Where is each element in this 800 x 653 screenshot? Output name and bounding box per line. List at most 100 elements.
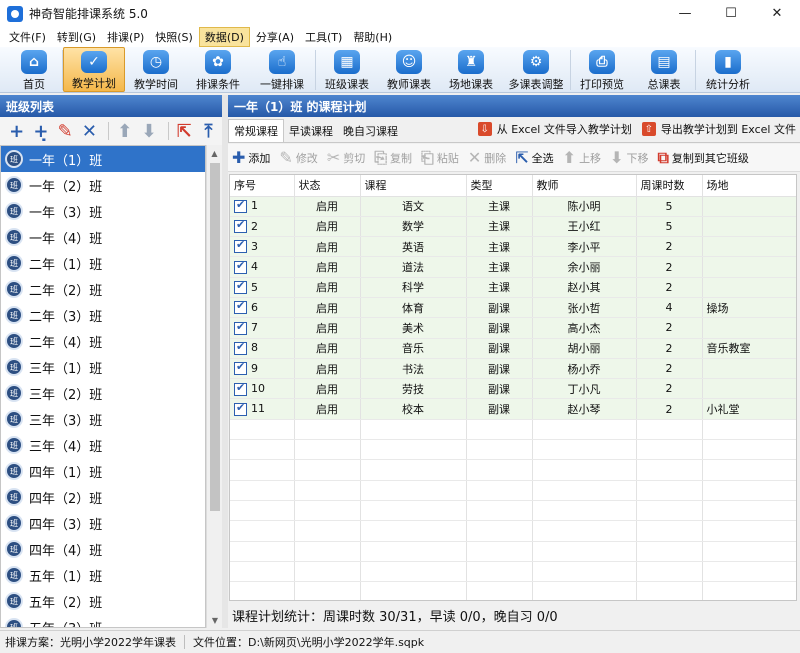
class-list-item[interactable]: 班五年（3）班 <box>1 614 205 627</box>
cell-no[interactable]: 6 <box>230 297 295 319</box>
cell-teacher[interactable]: 陈小明 <box>532 196 637 217</box>
cell-teacher[interactable]: 王小红 <box>532 216 637 238</box>
menu-help[interactable]: 帮助(H) <box>348 28 397 46</box>
cell-no[interactable]: 10 <box>230 378 295 400</box>
cell-course[interactable]: 道法 <box>360 256 467 278</box>
cell-status[interactable]: 启用 <box>294 196 361 217</box>
edit-class-icon[interactable]: ✎ <box>55 120 76 142</box>
cell-venue[interactable] <box>702 216 796 238</box>
add-multiple-class-icon[interactable]: +̣ <box>30 120 51 142</box>
cell-hours[interactable]: 2 <box>636 398 703 420</box>
minimize-button[interactable]: — <box>662 0 708 27</box>
cell-teacher[interactable]: 赵小其 <box>532 277 637 298</box>
row-checkbox[interactable] <box>234 401 247 416</box>
paste-button[interactable]: ⎗ 粘贴 <box>421 148 459 168</box>
cell-course[interactable]: 英语 <box>360 236 467 258</box>
cell-no[interactable]: 5 <box>230 277 295 298</box>
cell-status[interactable]: 启用 <box>294 216 361 238</box>
class-list-item[interactable]: 班二年（1）班 <box>1 250 205 276</box>
cell-course[interactable]: 校本 <box>360 398 467 420</box>
cell-hours[interactable]: 2 <box>636 338 703 359</box>
row-checkbox[interactable] <box>234 198 247 213</box>
cell-hours[interactable]: 2 <box>636 317 703 339</box>
cell-status[interactable]: 启用 <box>294 297 361 319</box>
cell-course[interactable]: 科学 <box>360 277 467 298</box>
menu-file[interactable]: 文件(F) <box>4 28 51 46</box>
cell-no[interactable]: 9 <box>230 358 295 380</box>
cell-type[interactable]: 主课 <box>466 256 533 278</box>
edit-button[interactable]: ✎ 修改 <box>279 148 317 167</box>
class-list-item[interactable]: 班三年（1）班 <box>1 354 205 380</box>
cell-no[interactable]: 1 <box>230 196 295 217</box>
cell-teacher[interactable]: 胡小丽 <box>532 338 637 359</box>
col-header-course[interactable]: 课程 <box>360 175 467 197</box>
row-checkbox[interactable] <box>234 218 247 234</box>
cell-venue[interactable]: 操场 <box>702 297 796 319</box>
scroll-down-arrow-icon[interactable]: ▼ <box>207 612 223 628</box>
tab-morning-reading[interactable]: 早读课程 <box>284 120 338 142</box>
menu-snapshot[interactable]: 快照(S) <box>150 28 198 46</box>
class-list-item[interactable]: 班四年（1）班 <box>1 458 205 484</box>
toolbar-one-click-button[interactable]: ☝ 一键排课 <box>249 47 315 92</box>
class-list-item[interactable]: 班三年（2）班 <box>1 380 205 406</box>
toolbar-clipboard-button[interactable]: ✓ 教学计划 <box>63 47 125 92</box>
cut-button[interactable]: ✂ 剪切 <box>327 148 365 167</box>
cell-course[interactable]: 美术 <box>360 317 467 339</box>
class-list-item[interactable]: 班三年（4）班 <box>1 432 205 458</box>
col-header-venue[interactable]: 场地 <box>702 175 796 197</box>
tab-evening-study[interactable]: 晚自习课程 <box>338 120 403 142</box>
cell-type[interactable]: 副课 <box>466 378 533 400</box>
select-class-icon[interactable]: ⇱ <box>174 120 195 142</box>
menu-data[interactable]: 数据(D) <box>198 27 250 47</box>
cell-course[interactable]: 音乐 <box>360 338 467 359</box>
select-all-button[interactable]: ⇱ 全选 <box>515 148 553 167</box>
class-list-item[interactable]: 班一年（3）班 <box>1 198 205 224</box>
cell-status[interactable]: 启用 <box>294 338 361 359</box>
class-list-item[interactable]: 班一年（1）班 <box>1 146 205 172</box>
cell-type[interactable]: 副课 <box>466 297 533 319</box>
move-up-button[interactable]: ⬆ 上移 <box>563 148 601 167</box>
menu-tools[interactable]: 工具(T) <box>300 28 347 46</box>
table-row[interactable]: 8 启用 音乐 副课 胡小丽 2 音乐教室 <box>230 338 796 359</box>
cell-status[interactable]: 启用 <box>294 398 361 420</box>
class-list-scrollbar[interactable]: ▲ ▼ <box>206 145 222 628</box>
cell-venue[interactable] <box>702 317 796 339</box>
import-excel-button[interactable]: ⇩ 从 Excel 文件导入教学计划 <box>477 121 632 137</box>
row-checkbox[interactable] <box>234 340 247 355</box>
cell-status[interactable]: 启用 <box>294 236 361 258</box>
cell-hours[interactable]: 2 <box>636 358 703 380</box>
col-header-type[interactable]: 类型 <box>466 175 533 197</box>
menu-schedule[interactable]: 排课(P) <box>102 28 149 46</box>
toolbar-print-button[interactable]: ⎙ 打印预览 <box>571 47 633 92</box>
cell-status[interactable]: 启用 <box>294 256 361 278</box>
toolbar-home-button[interactable]: ⌂ 首页 <box>6 47 62 92</box>
cell-status[interactable]: 启用 <box>294 378 361 400</box>
move-class-top-icon[interactable]: ⤒ <box>198 120 219 142</box>
row-checkbox[interactable] <box>234 320 247 335</box>
toolbar-master-schedule-button[interactable]: ▤ 总课表 <box>633 47 695 92</box>
cell-type[interactable]: 副课 <box>466 317 533 339</box>
toolbar-conditions-button[interactable]: ✿ 排课条件 <box>187 47 249 92</box>
class-list-item[interactable]: 班四年（4）班 <box>1 536 205 562</box>
cell-teacher[interactable]: 李小平 <box>532 236 637 258</box>
table-row[interactable]: 10 启用 劳技 副课 丁小凡 2 <box>230 378 796 400</box>
toolbar-teacher-schedule-button[interactable]: ☺ 教师课表 <box>378 47 440 92</box>
class-list-item[interactable]: 班四年（3）班 <box>1 510 205 536</box>
menu-goto[interactable]: 转到(G) <box>52 28 101 46</box>
cell-type[interactable]: 副课 <box>466 358 533 380</box>
close-button[interactable]: ✕ <box>754 0 800 27</box>
maximize-button[interactable]: ☐ <box>708 0 754 27</box>
cell-teacher[interactable]: 杨小乔 <box>532 358 637 380</box>
cell-type[interactable]: 副课 <box>466 338 533 359</box>
panel-splitter[interactable] <box>222 95 228 628</box>
row-checkbox[interactable] <box>234 299 247 315</box>
table-row[interactable]: 5 启用 科学 主课 赵小其 2 <box>230 277 796 298</box>
toolbar-statistics-button[interactable]: ▮ 统计分析 <box>696 47 760 92</box>
cell-venue[interactable] <box>702 196 796 217</box>
scroll-thumb[interactable] <box>210 163 220 511</box>
cell-hours[interactable]: 2 <box>636 236 703 258</box>
cell-no[interactable]: 11 <box>230 398 295 420</box>
cell-hours[interactable]: 2 <box>636 378 703 400</box>
delete-class-icon[interactable]: ✕ <box>79 120 100 142</box>
cell-type[interactable]: 主课 <box>466 216 533 238</box>
